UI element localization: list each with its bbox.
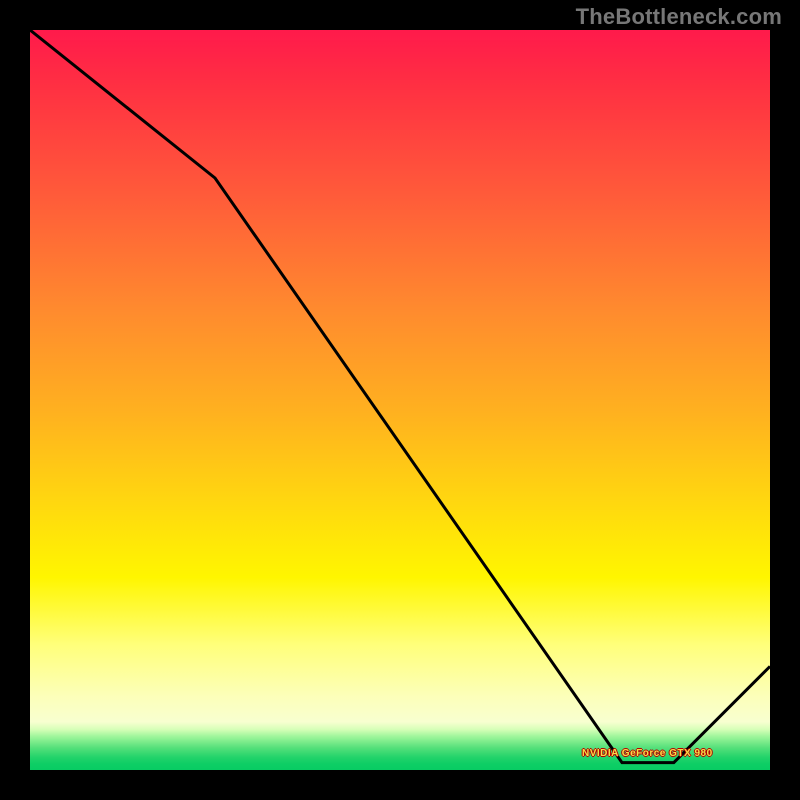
chart-frame: TheBottleneck.com NVIDIA GeForce GTX 980 (0, 0, 800, 800)
watermark-label: TheBottleneck.com (576, 4, 782, 30)
bottleneck-curve (30, 30, 770, 763)
curve-svg (30, 30, 770, 770)
gpu-annotation: NVIDIA GeForce GTX 980 (582, 748, 713, 759)
plot-area: NVIDIA GeForce GTX 980 (30, 30, 770, 770)
